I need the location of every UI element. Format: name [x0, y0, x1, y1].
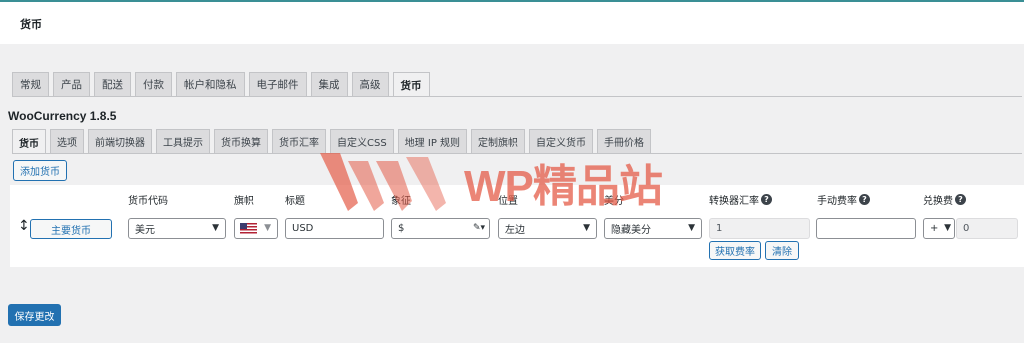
page-header: 货币 — [0, 0, 1024, 44]
fee-sign-select[interactable]: + ▼ — [923, 218, 955, 239]
save-changes-button[interactable]: 保存更改 — [8, 304, 61, 326]
converter-rate-input[interactable]: 1 — [709, 218, 810, 239]
tab-products[interactable]: 产品 — [53, 72, 90, 96]
subtab-custom-css[interactable]: 自定义CSS — [330, 129, 394, 153]
symbol-select[interactable]: $ ✎▾ — [391, 218, 490, 239]
column-position: 位置 — [498, 196, 518, 207]
title-input[interactable]: USD — [285, 218, 384, 239]
tab-emails[interactable]: 电子邮件 — [248, 72, 307, 96]
caret-down-icon: ▼ — [264, 223, 271, 233]
position-select[interactable]: 左边 ▼ — [498, 218, 597, 239]
currency-code-select[interactable]: 美元 ▼ — [128, 218, 226, 239]
tab-advanced[interactable]: 高级 — [351, 72, 389, 96]
tab-currency[interactable]: 货币 — [392, 72, 430, 97]
column-flag: 旗帜 — [234, 196, 254, 207]
tab-payments[interactable]: 付款 — [135, 72, 172, 96]
chevron-down-icon: ▼ — [944, 223, 951, 233]
exchange-fee-input[interactable]: 0 — [956, 218, 1018, 239]
clear-button[interactable]: 清除 — [765, 241, 799, 260]
add-currency-button[interactable]: 添加货币 — [13, 160, 67, 181]
chevron-down-icon: ▼ — [688, 223, 695, 233]
us-flag-icon — [240, 223, 257, 234]
subtab-tooltip[interactable]: 工具提示 — [156, 129, 210, 153]
main-currency-button[interactable]: 主要货币 — [30, 219, 112, 239]
help-icon[interactable]: ? — [859, 194, 870, 205]
column-code: 货币代码 — [128, 196, 168, 207]
pencil-icon[interactable]: ✎▾ — [473, 223, 485, 233]
plugin-version: WooCurrency 1.8.5 — [8, 109, 117, 123]
subtab-currency[interactable]: 货币 — [12, 129, 46, 154]
subtab-rates[interactable]: 货币汇率 — [272, 129, 326, 153]
column-cents: 美分 — [604, 196, 624, 207]
plugin-tabs: 货币 选项 前端切换器 工具提示 货币换算 货币汇率 自定义CSS 地理 IP … — [12, 129, 652, 154]
subtab-manual-prices[interactable]: 手冊价格 — [597, 129, 652, 153]
column-manual-fee: 手动费率? — [817, 192, 870, 207]
tab-accounts-privacy[interactable]: 帐户和隐私 — [176, 72, 245, 96]
subtab-options[interactable]: 选项 — [50, 129, 84, 153]
settings-tabs: 常规 产品 配送 付款 帐户和隐私 电子邮件 集成 高级 货币 — [12, 72, 430, 97]
manual-fee-input[interactable] — [816, 218, 916, 239]
help-icon[interactable]: ? — [955, 194, 966, 205]
tabs-divider — [12, 96, 1022, 97]
column-title: 标题 — [285, 196, 305, 207]
subtab-converter[interactable]: 货币换算 — [214, 129, 268, 153]
column-rate: 转换器汇率? — [709, 192, 772, 207]
column-exchange-fee: 兑换费? — [923, 192, 966, 207]
subtab-custom-flags[interactable]: 定制旗帜 — [471, 129, 526, 153]
subtabs-divider — [12, 153, 1022, 154]
get-rate-button[interactable]: 获取费率 — [709, 241, 761, 260]
subtab-custom-currency[interactable]: 自定义货币 — [529, 129, 594, 153]
page-title: 货币 — [20, 18, 42, 31]
column-symbol: 象征 — [391, 196, 411, 207]
subtab-geoip-rules[interactable]: 地理 IP 规则 — [397, 129, 468, 153]
chevron-down-icon: ▼ — [212, 223, 219, 233]
cents-select[interactable]: 隐藏美分 ▼ — [604, 218, 702, 239]
help-icon[interactable]: ? — [761, 194, 772, 205]
chevron-down-icon: ▼ — [583, 223, 590, 233]
drag-handle-icon[interactable]: ↕ — [18, 218, 30, 234]
tab-general[interactable]: 常规 — [12, 72, 49, 96]
subtab-frontend-switcher[interactable]: 前端切换器 — [88, 129, 152, 153]
tab-shipping[interactable]: 配送 — [94, 72, 131, 96]
tab-integration[interactable]: 集成 — [310, 72, 348, 96]
flag-select[interactable]: ▼ — [234, 218, 278, 239]
